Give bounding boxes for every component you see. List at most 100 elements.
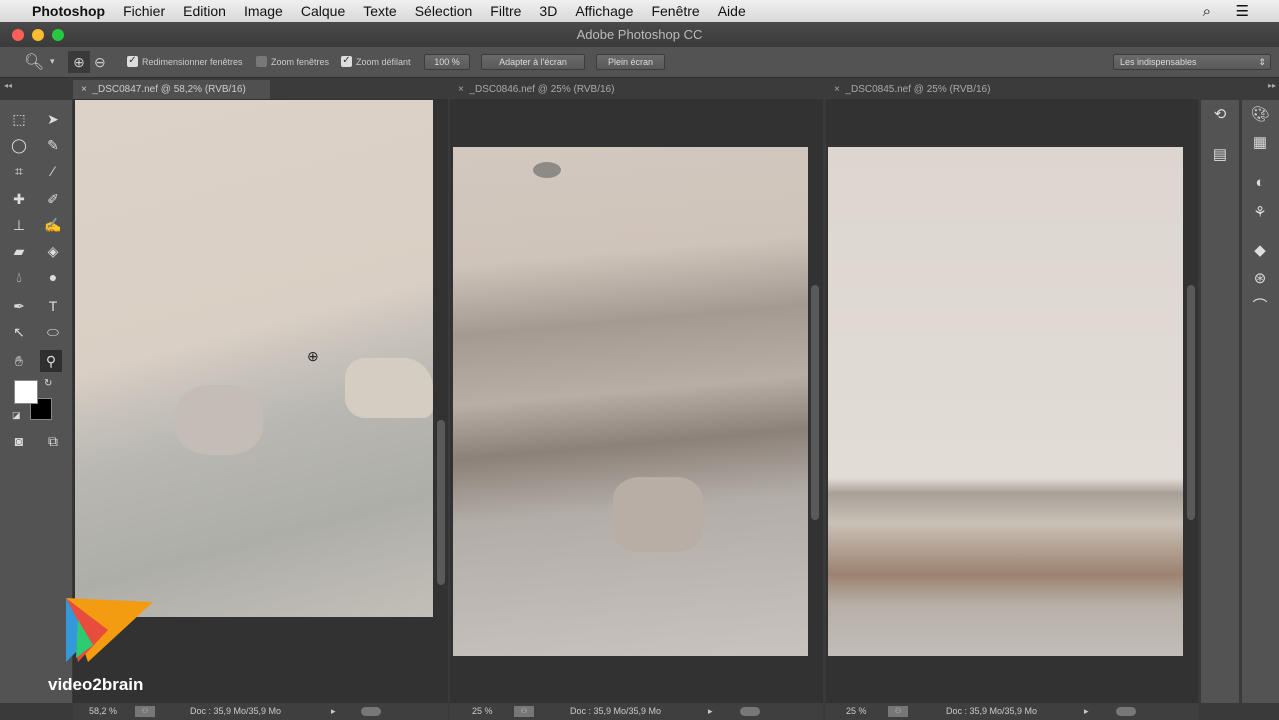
tab-document-2[interactable]: × _DSC0846.nef @ 25% (RVB/16) [450, 80, 645, 99]
resize-windows-checkbox[interactable]: ✓ [127, 56, 138, 67]
zoom-tool-preset-icon[interactable]: 🔍︎ [24, 52, 44, 72]
resize-windows-label: Redimensionner fenêtres [142, 57, 243, 67]
status-icon[interactable]: ⚇ [888, 706, 908, 717]
clone-stamp-tool-icon[interactable]: ⊥ [8, 214, 30, 236]
menu-fichier[interactable]: Fichier [123, 3, 165, 19]
quick-selection-tool-icon[interactable]: ✎ [42, 134, 64, 156]
zoom-in-icon[interactable]: ⊕ [68, 51, 90, 73]
menu-calque[interactable]: Calque [301, 3, 345, 19]
ellipse-tool-icon[interactable]: ⬭ [42, 321, 64, 343]
lasso-tool-icon[interactable]: ◯ [8, 134, 30, 156]
tab-document-3[interactable]: × _DSC0845.nef @ 25% (RVB/16) [826, 80, 1021, 99]
eraser-tool-icon[interactable]: ▰ [8, 240, 30, 262]
zoom-100-button[interactable]: 100 % [424, 54, 470, 70]
history-brush-tool-icon[interactable]: ✍ [42, 214, 64, 236]
chevron-down-icon[interactable]: ▾ [50, 56, 55, 67]
close-window-button[interactable] [12, 29, 24, 41]
menu-filtre[interactable]: Filtre [490, 3, 521, 19]
vertical-scrollbar-2[interactable] [811, 285, 819, 520]
status-icon[interactable]: ⚇ [135, 706, 155, 717]
default-colors-icon[interactable]: ◪ [12, 410, 21, 421]
properties-panel-icon[interactable]: ▤ [1208, 144, 1232, 166]
menu-texte[interactable]: Texte [363, 3, 396, 19]
zoom-level[interactable]: 25 % [472, 703, 493, 720]
marquee-tool-icon[interactable]: ⬚ [8, 108, 30, 130]
adjustments-panel-icon[interactable]: ◐ [1248, 172, 1272, 194]
paint-bucket-tool-icon[interactable]: ◈ [42, 240, 64, 262]
status-menu-arrow-icon[interactable]: ▸ [1084, 703, 1089, 720]
menu-affichage[interactable]: Affichage [575, 3, 633, 19]
menu-3d[interactable]: 3D [539, 3, 557, 19]
tab-document-1[interactable]: × _DSC0847.nef @ 58,2% (RVB/16) [73, 80, 270, 99]
swatches-panel-icon[interactable]: ▦ [1248, 132, 1272, 154]
color-panel-icon[interactable]: 🎨︎ [1248, 104, 1272, 126]
zoom-level[interactable]: 25 % [846, 703, 867, 720]
healing-brush-tool-icon[interactable]: ✚ [8, 188, 30, 210]
status-icon[interactable]: ⚇ [514, 706, 534, 717]
zoom-tool-icon[interactable]: ⚲ [40, 350, 62, 372]
menu-aide[interactable]: Aide [718, 3, 746, 19]
path-selection-tool-icon[interactable]: ↖ [8, 321, 30, 343]
zoom-window-button[interactable] [52, 29, 64, 41]
photo-canvas-2[interactable] [453, 147, 808, 656]
pen-tool-icon[interactable]: ✒ [8, 295, 30, 317]
photo-canvas-1[interactable]: ⊕ [75, 100, 433, 617]
brush-tool-icon[interactable]: ✐ [42, 188, 64, 210]
hand-tool-icon[interactable]: ✋︎ [8, 350, 30, 372]
horizontal-scrollbar[interactable] [1116, 707, 1136, 716]
pebble [533, 162, 561, 178]
screen-mode-icon[interactable]: ⧉ [42, 430, 64, 452]
menu-app[interactable]: Photoshop [32, 3, 105, 19]
doc-size: Doc : 35,9 Mo/35,9 Mo [190, 706, 282, 716]
fit-screen-button[interactable]: Adapter à l'écran [481, 54, 585, 70]
close-tab-icon[interactable]: × [81, 84, 87, 95]
close-tab-icon[interactable]: × [458, 84, 464, 95]
photo-canvas-3[interactable] [828, 147, 1183, 656]
quick-mask-icon[interactable]: ◙ [8, 430, 30, 452]
menu-selection[interactable]: Sélection [415, 3, 473, 19]
history-panel-icon[interactable]: ⟲ [1208, 104, 1232, 126]
doc-size: Doc : 35,9 Mo/35,9 Mo [570, 706, 662, 716]
notification-icon[interactable]: ☰ [1236, 2, 1249, 20]
blur-tool-icon[interactable]: 💧︎ [8, 266, 30, 288]
foreground-color-swatch[interactable] [14, 380, 38, 404]
move-tool-icon[interactable]: ➤ [42, 108, 64, 130]
tab-label: _DSC0845.nef @ 25% (RVB/16) [845, 84, 991, 95]
logo-mark-icon [66, 598, 153, 662]
fill-screen-button[interactable]: Plein écran [596, 54, 665, 70]
spotlight-icon[interactable]: ⌕ [1203, 3, 1211, 20]
watermark-text: video2brain [48, 675, 144, 694]
menu-bar: Photoshop Fichier Edition Image Calque T… [0, 0, 1279, 22]
dodge-tool-icon[interactable]: ● [42, 266, 64, 288]
styles-panel-icon[interactable]: ⚘ [1248, 202, 1272, 224]
options-bar: 🔍︎ ▾ ⊕ ⊖ ✓ Redimensionner fenêtres Zoom … [0, 47, 1279, 78]
scrubby-zoom-checkbox[interactable]: ✓ [341, 56, 352, 67]
status-menu-arrow-icon[interactable]: ▸ [708, 703, 713, 720]
status-bar-1: 58,2 % ⚇ Doc : 35,9 Mo/35,9 Mo ▸ [73, 703, 448, 720]
type-tool-icon[interactable]: T [42, 295, 64, 317]
collapse-panels-icon[interactable]: ▸▸ [1268, 81, 1276, 90]
menu-fenetre[interactable]: Fenêtre [651, 3, 699, 19]
minimize-window-button[interactable] [32, 29, 44, 41]
menu-edition[interactable]: Edition [183, 3, 226, 19]
close-tab-icon[interactable]: × [834, 84, 840, 95]
crop-tool-icon[interactable]: ⌗ [8, 160, 30, 182]
horizontal-scrollbar[interactable] [740, 707, 760, 716]
paths-panel-icon[interactable]: ⌒ [1248, 296, 1272, 318]
swap-colors-icon[interactable]: ↻ [44, 378, 52, 389]
eyedropper-tool-icon[interactable]: ⁄ [42, 160, 64, 182]
menu-image[interactable]: Image [244, 3, 283, 19]
zoom-all-checkbox[interactable] [256, 56, 267, 67]
zoom-out-icon[interactable]: ⊖ [94, 51, 106, 73]
zoom-cursor-icon: ⊕ [307, 348, 319, 364]
vertical-scrollbar-1[interactable] [437, 420, 445, 585]
doc-size: Doc : 35,9 Mo/35,9 Mo [946, 706, 1038, 716]
workspace-dropdown[interactable]: Les indispensables ⇕ [1113, 54, 1271, 70]
collapse-toolbar-icon[interactable]: ◂◂ [4, 81, 12, 90]
zoom-level[interactable]: 58,2 % [89, 703, 117, 720]
channels-panel-icon[interactable]: ⊛ [1248, 268, 1272, 290]
vertical-scrollbar-3[interactable] [1187, 285, 1195, 520]
horizontal-scrollbar[interactable] [361, 707, 381, 716]
status-menu-arrow-icon[interactable]: ▸ [331, 703, 336, 720]
layers-panel-icon[interactable]: ◆ [1248, 240, 1272, 262]
